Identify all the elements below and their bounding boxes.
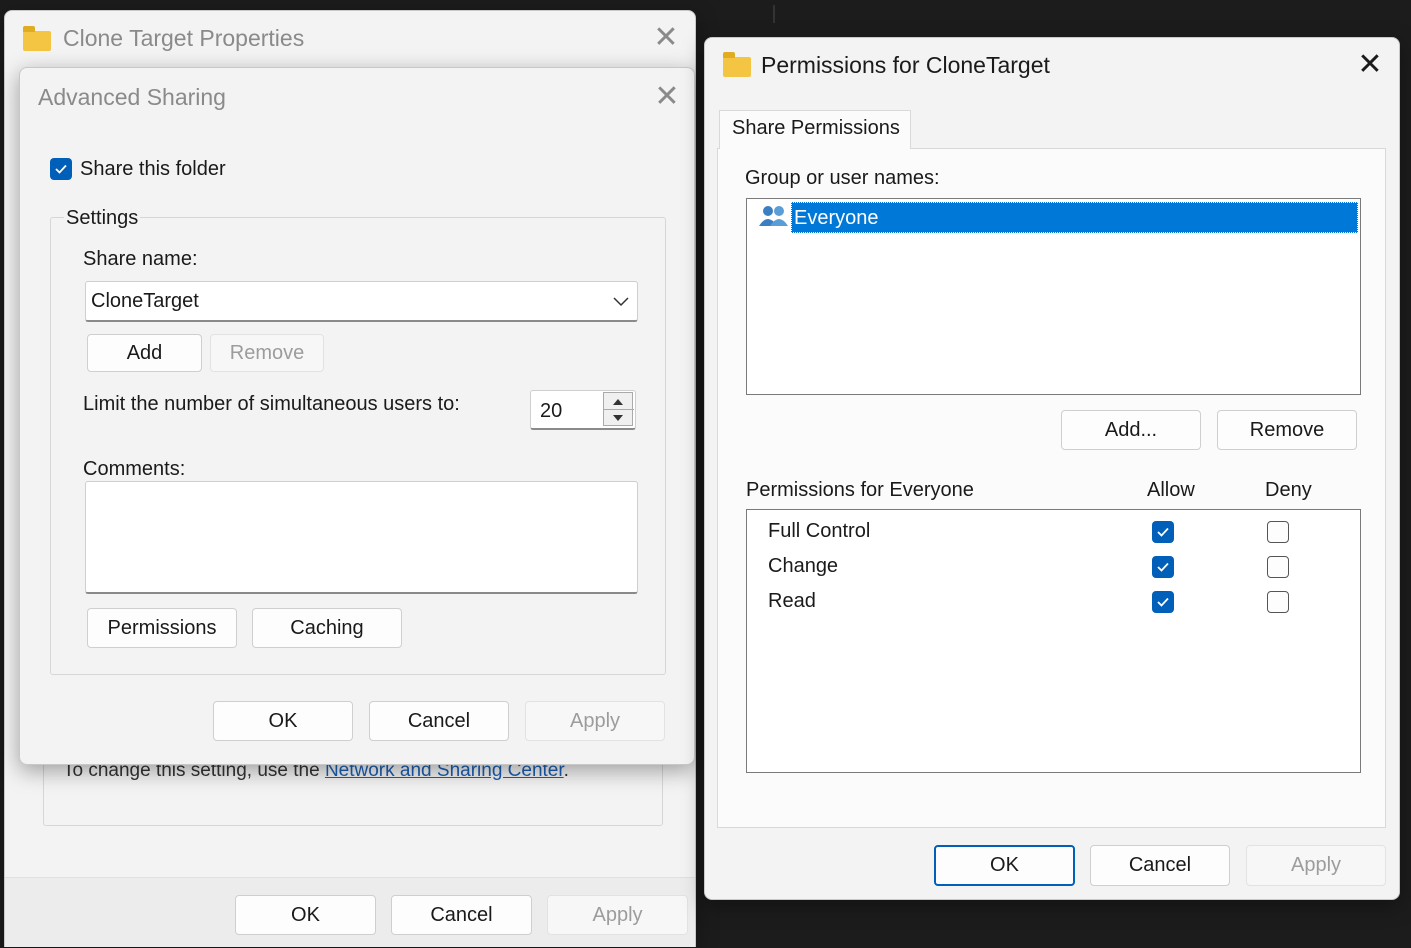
deny-change-checkbox[interactable] <box>1267 556 1289 578</box>
tab-share-permissions[interactable]: Share Permissions <box>719 110 911 149</box>
close-icon[interactable]: ✕ <box>650 82 684 112</box>
users-icon <box>759 206 788 226</box>
check-icon <box>1157 527 1169 537</box>
window-title: Clone Target Properties <box>63 25 305 51</box>
permission-name: Read <box>768 590 816 612</box>
ok-button[interactable]: OK <box>213 701 353 741</box>
share-name-label: Share name: <box>83 248 198 270</box>
table-row: Full Control <box>747 518 1359 548</box>
window-title: Permissions for CloneTarget <box>761 52 1050 78</box>
permissions-button[interactable]: Permissions <box>87 608 237 648</box>
ok-button[interactable]: OK <box>934 845 1075 886</box>
dialog-title: Advanced Sharing <box>38 84 226 110</box>
close-icon[interactable]: ✕ <box>649 23 683 53</box>
folder-icon <box>23 26 51 51</box>
limit-users-label: Limit the number of simultaneous users t… <box>83 393 460 415</box>
folder-icon <box>723 52 751 77</box>
check-icon <box>1157 597 1169 607</box>
comments-textarea[interactable] <box>85 481 638 594</box>
permission-name: Change <box>768 555 839 577</box>
table-row: Change <box>747 553 1359 583</box>
apply-button[interactable]: Apply <box>547 895 688 935</box>
share-folder-checkbox[interactable] <box>50 158 72 180</box>
spin-buttons[interactable] <box>603 392 634 426</box>
permissions-header: Permissions for Everyone <box>746 479 974 501</box>
share-name-value: CloneTarget <box>91 290 199 312</box>
add-share-button[interactable]: Add <box>87 334 202 372</box>
deny-read-checkbox[interactable] <box>1267 591 1289 613</box>
add-user-button[interactable]: Add... <box>1061 410 1201 450</box>
cancel-button[interactable]: Cancel <box>369 701 509 741</box>
allow-change-checkbox[interactable] <box>1152 556 1174 578</box>
advanced-sharing-dialog: Advanced Sharing ✕ Share this folder Set… <box>19 67 695 765</box>
permissions-window: Permissions for CloneTarget ✕ Share Perm… <box>704 37 1400 900</box>
share-folder-label: Share this folder <box>80 158 226 180</box>
close-icon[interactable]: ✕ <box>1353 50 1387 80</box>
chevron-down-icon <box>613 297 629 307</box>
allow-full-control-checkbox[interactable] <box>1152 521 1174 543</box>
users-listbox[interactable]: Everyone <box>746 198 1361 395</box>
list-item[interactable]: Everyone <box>748 201 1358 234</box>
user-limit-spinner[interactable]: 20 <box>530 390 636 430</box>
caching-button[interactable]: Caching <box>252 608 402 648</box>
user-name: Everyone <box>791 202 1358 233</box>
deny-header: Deny <box>1265 479 1312 501</box>
spin-down-icon[interactable] <box>613 415 623 421</box>
apply-button[interactable]: Apply <box>525 701 665 741</box>
group-users-label: Group or user names: <box>745 167 940 189</box>
remove-user-button[interactable]: Remove <box>1217 410 1357 450</box>
cancel-button[interactable]: Cancel <box>1090 845 1230 886</box>
background-divider <box>773 5 775 23</box>
user-limit-value: 20 <box>540 400 563 422</box>
ok-button[interactable]: OK <box>235 895 376 935</box>
check-icon <box>1157 562 1169 572</box>
permissions-listbox: Full Control Change Read <box>746 509 1361 773</box>
comments-label: Comments: <box>83 458 186 480</box>
check-icon <box>55 164 67 174</box>
permission-name: Full Control <box>768 520 871 542</box>
deny-full-control-checkbox[interactable] <box>1267 521 1289 543</box>
remove-share-button[interactable]: Remove <box>210 334 324 372</box>
table-row: Read <box>747 588 1359 618</box>
spin-up-icon[interactable] <box>613 399 623 405</box>
allow-read-checkbox[interactable] <box>1152 591 1174 613</box>
apply-button[interactable]: Apply <box>1246 845 1386 886</box>
cancel-button[interactable]: Cancel <box>391 895 532 935</box>
allow-header: Allow <box>1147 479 1195 501</box>
settings-group-label: Settings <box>64 207 141 230</box>
share-name-dropdown[interactable]: CloneTarget <box>85 281 638 322</box>
